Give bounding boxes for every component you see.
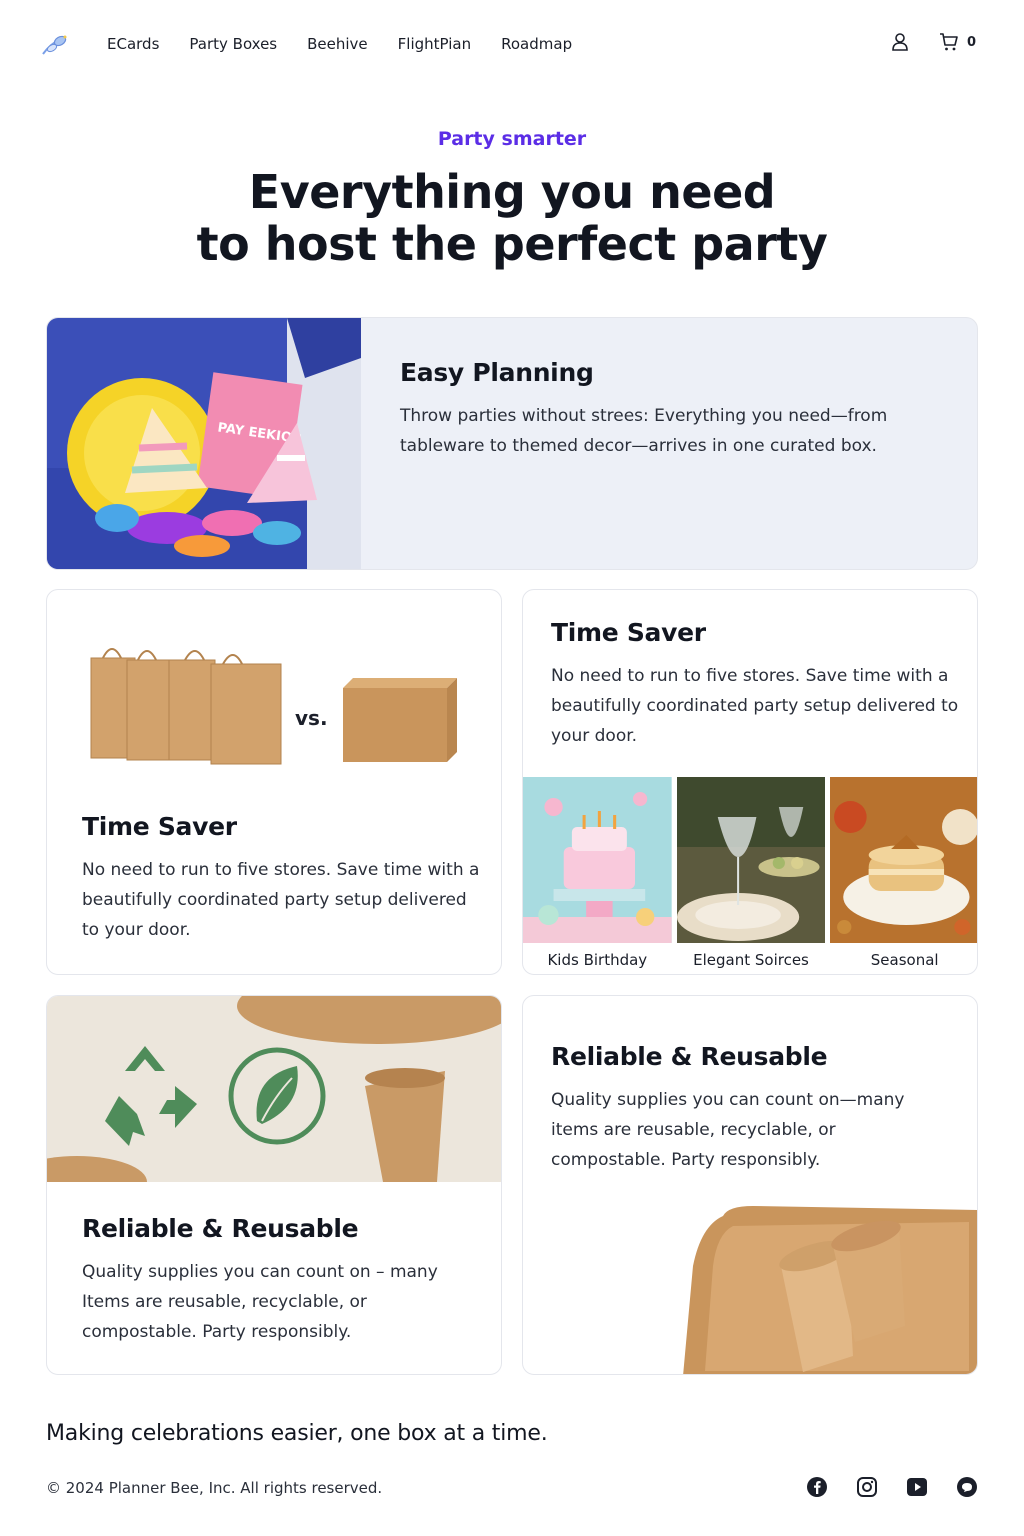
theme-seasonal[interactable]: Seasonal [830, 777, 977, 974]
time-saver-right-title: Time Saver [551, 618, 706, 647]
easy-planning-text: Easy Planning Throw parties without stre… [400, 358, 940, 461]
theme-label: Elegant Soirces [693, 951, 809, 969]
reliable-right-body: Quality supplies you can count on—many i… [551, 1090, 905, 1170]
time-saver-left-text: Time Saver No need to run to five stores… [82, 812, 482, 945]
reliable-card-right: Reliable & Reusable Quality supplies you… [522, 995, 978, 1375]
cart-button[interactable]: 0 [939, 32, 976, 52]
vs-label: vs. [295, 706, 328, 730]
reliable-left-body: Quality supplies you can count on – many… [82, 1262, 438, 1342]
social-links [806, 1476, 978, 1498]
easy-planning-body: Throw parties without strees: Everything… [400, 406, 888, 456]
chat-icon[interactable] [956, 1476, 978, 1498]
reliable-card-left: Reliable & Reusable Quality supplies you… [46, 995, 502, 1375]
nav-actions: 0 [891, 32, 976, 52]
cart-icon [939, 33, 958, 51]
seasonal-image [830, 777, 977, 943]
nav-link-party-boxes[interactable]: Party Boxes [189, 35, 277, 53]
time-saver-right-text: Time Saver No need to run to five stores… [551, 618, 961, 751]
youtube-icon[interactable] [906, 1476, 928, 1498]
theme-label: Seasonal [870, 951, 939, 969]
nav-link-roadmap[interactable]: Roadmap [501, 35, 572, 53]
nav-link-flightplan[interactable]: FlightPian [398, 35, 471, 53]
footer-tagline: Making celebrations easier, one box at a… [46, 1421, 548, 1446]
time-saver-left-body: No need to run to five stores. Save time… [82, 860, 480, 940]
theme-label: Kids Birthday [547, 951, 648, 969]
eco-products-image [47, 996, 501, 1182]
cart-count: 0 [966, 34, 976, 50]
reliable-right-text: Reliable & Reusable Quality supplies you… [551, 1042, 951, 1175]
nav-link-ecards[interactable]: ECards [107, 35, 159, 53]
account-button[interactable] [891, 32, 909, 52]
time-saver-left-title: Time Saver [82, 812, 237, 841]
easy-planning-card: PAY EEKIOB Easy Planning Throw parties w… [46, 317, 978, 570]
user-icon [892, 33, 908, 51]
kids-birthday-image [523, 777, 672, 943]
elegant-soirces-image [676, 777, 826, 943]
time-saver-card-left: vs. Time Saver No need to run to five st… [46, 589, 502, 975]
theme-kids-birthday[interactable]: Kids Birthday [523, 777, 672, 974]
time-saver-right-body: No need to run to five stores. Save time… [551, 666, 959, 746]
footer-copyright: © 2024 Planner Bee, Inc. All rights rese… [46, 1479, 383, 1497]
bee-logo-icon[interactable] [40, 32, 70, 58]
kraft-tray-cups-image [683, 1206, 977, 1374]
easy-planning-title: Easy Planning [400, 358, 594, 387]
reliable-right-title: Reliable & Reusable [551, 1042, 828, 1071]
theme-elegant-soirces[interactable]: Elegant Soirces [676, 777, 826, 974]
bags-vs-box-image: vs. [90, 648, 457, 765]
instagram-icon[interactable] [856, 1476, 878, 1498]
party-box-image: PAY EEKIOB [47, 318, 361, 569]
reliable-left-title: Reliable & Reusable [82, 1214, 359, 1243]
hero-title-line-2: to host the perfect party [196, 217, 828, 271]
nav-link-beehive[interactable]: Beehive [307, 35, 368, 53]
hero-title-line-1: Everything you need [248, 165, 776, 219]
facebook-icon[interactable] [806, 1476, 828, 1498]
hero-eyebrow: Party smarter [437, 128, 587, 150]
top-nav: ECards Party Boxes Beehive FlightPian Ro… [0, 0, 1024, 90]
reliable-left-text: Reliable & Reusable Quality supplies you… [82, 1214, 482, 1347]
party-themes: Kids Birthday Elegant Soirces Seasonal [523, 777, 977, 974]
hero-title: Everything you need to host the perfect … [0, 166, 1024, 270]
time-saver-card-right: Time Saver No need to run to five stores… [522, 589, 978, 975]
nav-links: ECards Party Boxes Beehive FlightPian Ro… [107, 35, 602, 53]
